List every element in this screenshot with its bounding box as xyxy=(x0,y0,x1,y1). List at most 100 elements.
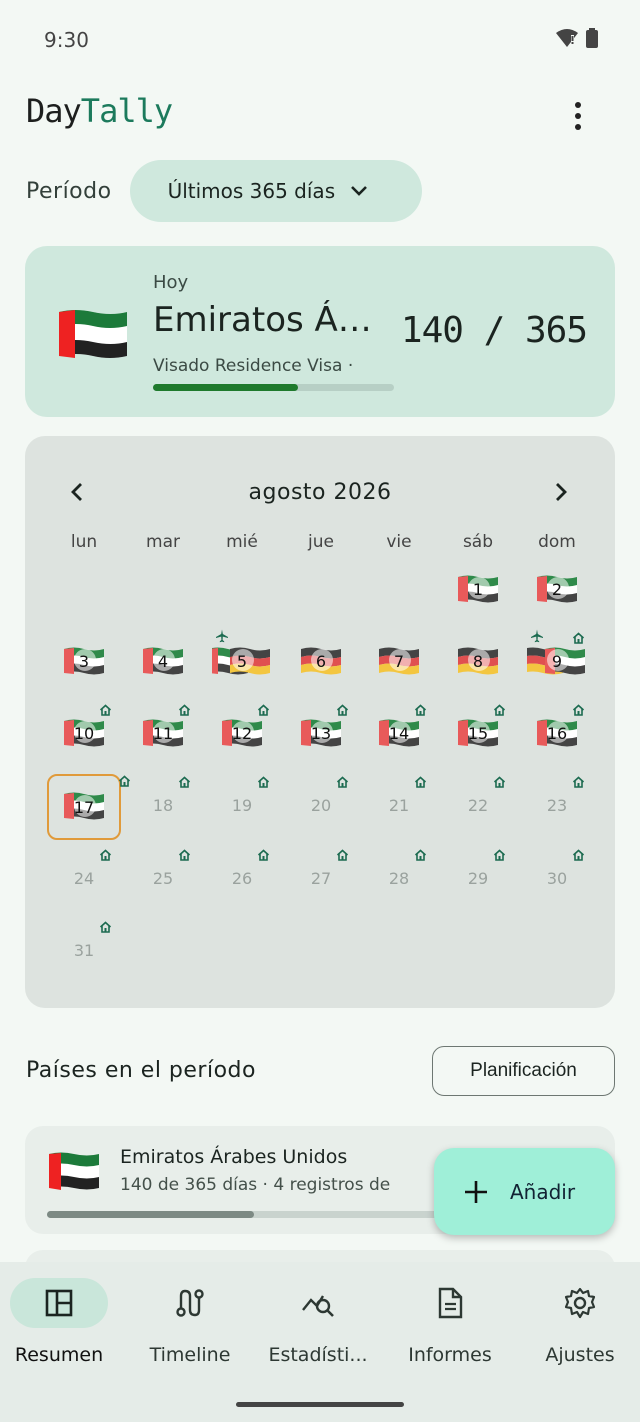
home-icon xyxy=(414,846,427,865)
calendar-day[interactable]: 21 xyxy=(369,776,429,837)
home-icon xyxy=(572,629,585,648)
nav-item-informes[interactable]: Informes xyxy=(385,1278,515,1366)
calendar-day-today[interactable]: 17 xyxy=(47,774,131,840)
calendar-day[interactable]: 5 xyxy=(208,629,272,693)
calendar-day[interactable]: 4 xyxy=(133,633,193,693)
nav-label-timeline: Timeline xyxy=(149,1344,231,1366)
weekday-label: lun xyxy=(70,532,98,552)
uae-flag-icon xyxy=(47,1150,101,1196)
home-icon xyxy=(493,846,506,865)
country-subtitle: 140 de 365 días · 4 registros de xyxy=(120,1175,391,1195)
country-progress-fill xyxy=(47,1211,255,1218)
calendar-day[interactable]: 6 xyxy=(291,633,351,693)
today-card[interactable]: Hoy Emiratos Árabes Unidos Visado Reside… xyxy=(25,246,615,417)
more-options-icon[interactable] xyxy=(568,100,588,132)
gear-icon xyxy=(564,1287,596,1319)
day-number: 24 xyxy=(73,869,95,888)
calendar-day[interactable]: 31 xyxy=(54,921,114,982)
home-icon xyxy=(493,773,506,792)
day-number: 22 xyxy=(467,796,489,815)
today-count: 140 / 365 xyxy=(400,310,588,351)
uae-flag-icon xyxy=(55,306,129,364)
calendar-day[interactable]: 20 xyxy=(291,776,351,837)
calendar-day[interactable]: 14 xyxy=(369,704,429,765)
day-number: 20 xyxy=(310,796,332,815)
nav-label-estadisticas: Estadísti... xyxy=(268,1344,368,1366)
calendar-day[interactable]: 18 xyxy=(133,776,193,837)
calendar-day[interactable]: 30 xyxy=(527,849,587,910)
calendar-day[interactable]: 25 xyxy=(133,849,193,910)
day-number: 6 xyxy=(315,652,327,671)
home-icon xyxy=(572,846,585,865)
home-icon xyxy=(414,701,427,720)
query-stats-icon xyxy=(302,1295,334,1317)
home-indicator[interactable] xyxy=(236,1402,404,1407)
day-number: 25 xyxy=(152,869,174,888)
day-number: 4 xyxy=(157,652,169,671)
calendar-day[interactable]: 19 xyxy=(212,776,272,837)
day-number: 19 xyxy=(231,796,253,815)
home-icon xyxy=(118,772,131,791)
calendar-day[interactable]: 10 xyxy=(54,704,114,765)
planning-button[interactable]: Planificación xyxy=(432,1046,615,1096)
status-icons xyxy=(556,28,598,48)
calendar-day[interactable]: 27 xyxy=(291,849,351,910)
day-number: 9 xyxy=(551,652,563,671)
home-icon xyxy=(257,701,270,720)
calendar-day[interactable]: 1 xyxy=(448,561,508,621)
bottom-navigation: Resumen Timeline Estadísti... Informes A… xyxy=(0,1262,640,1422)
country-name: Emiratos Árabes Unidos xyxy=(120,1146,348,1168)
calendar-day[interactable]: 2 xyxy=(527,561,587,621)
nav-label-resumen: Resumen xyxy=(14,1344,104,1366)
calendar-day[interactable]: 9 xyxy=(523,629,587,693)
calendar-day[interactable]: 29 xyxy=(448,849,508,910)
day-number: 18 xyxy=(152,796,174,815)
nav-item-estadisticas[interactable]: Estadísti... xyxy=(253,1278,383,1366)
home-icon xyxy=(178,773,191,792)
calendar-day[interactable]: 26 xyxy=(212,849,272,910)
calendar-day[interactable]: 22 xyxy=(448,776,508,837)
home-icon xyxy=(99,918,112,937)
status-bar: 9:30 xyxy=(0,0,640,78)
day-number: 17 xyxy=(73,798,95,817)
day-number: 11 xyxy=(152,724,174,743)
day-number: 16 xyxy=(546,724,568,743)
day-number: 21 xyxy=(388,796,410,815)
calendar-day[interactable]: 16 xyxy=(527,704,587,765)
calendar-day[interactable]: 15 xyxy=(448,704,508,765)
calendar-day[interactable]: 7 xyxy=(369,633,429,693)
nav-item-resumen[interactable]: Resumen xyxy=(0,1278,124,1366)
day-number: 23 xyxy=(546,796,568,815)
today-progress-bar xyxy=(153,384,394,391)
nav-label-ajustes: Ajustes xyxy=(545,1344,615,1366)
app-logo-part2: Tally xyxy=(80,92,173,130)
day-number: 28 xyxy=(388,869,410,888)
calendar-day[interactable]: 23 xyxy=(527,776,587,837)
plus-icon xyxy=(465,1180,487,1203)
home-icon xyxy=(414,773,427,792)
app-bar: DayTally xyxy=(26,92,614,142)
calendar-day[interactable]: 24 xyxy=(54,849,114,910)
calendar-day[interactable]: 3 xyxy=(54,633,114,693)
nav-item-ajustes[interactable]: Ajustes xyxy=(515,1278,640,1366)
home-icon xyxy=(99,846,112,865)
calendar-day[interactable]: 11 xyxy=(133,704,193,765)
dashboard-icon xyxy=(45,1289,73,1317)
chevron-down-icon xyxy=(351,186,368,196)
chevron-right-icon[interactable] xyxy=(553,481,569,503)
calendar-day[interactable]: 13 xyxy=(291,704,351,765)
period-selector[interactable]: Últimos 365 días xyxy=(129,160,422,222)
home-icon xyxy=(336,773,349,792)
home-icon xyxy=(572,701,585,720)
calendar-day[interactable]: 28 xyxy=(369,849,429,910)
calendar-day[interactable]: 12 xyxy=(212,704,272,765)
day-number: 2 xyxy=(551,580,563,599)
calendar-month-title: agosto 2026 xyxy=(248,480,392,505)
weekday-label: jue xyxy=(308,532,334,552)
calendar-day[interactable]: 8 xyxy=(448,633,508,693)
add-button[interactable]: Añadir xyxy=(434,1148,615,1235)
day-number: 29 xyxy=(467,869,489,888)
nav-item-timeline[interactable]: Timeline xyxy=(125,1278,255,1366)
weekday-label: sáb xyxy=(462,532,494,552)
today-progress-fill xyxy=(153,384,298,391)
